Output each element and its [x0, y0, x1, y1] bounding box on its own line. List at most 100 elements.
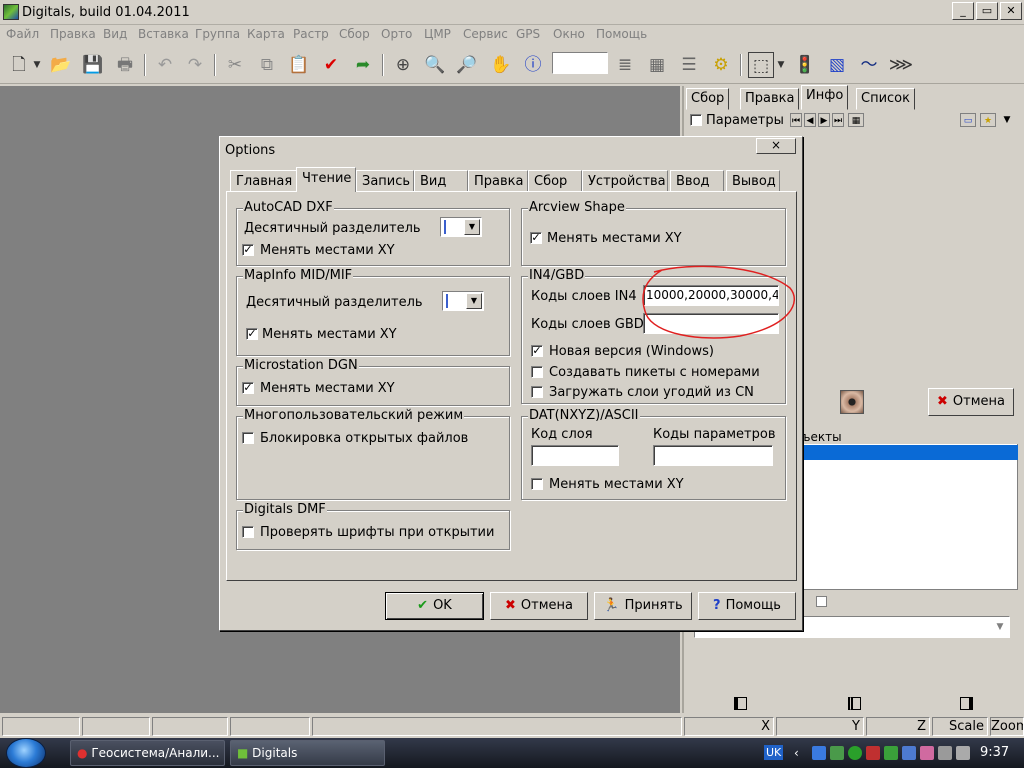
volume-icon[interactable]: [956, 746, 970, 760]
settings-gear-icon[interactable]: ⚙: [708, 52, 734, 78]
minimize-icon[interactable]: _: [952, 2, 974, 20]
menu-raster[interactable]: Растр: [293, 27, 329, 41]
next-record-icon[interactable]: ▶: [818, 113, 830, 127]
network-icon[interactable]: [812, 746, 826, 760]
list-item-selected[interactable]: [800, 445, 1018, 460]
params-checkbox[interactable]: [690, 114, 702, 126]
menu-dem[interactable]: ЦМР: [424, 27, 451, 41]
last-record-icon[interactable]: ⏭: [832, 113, 844, 127]
menu-insert[interactable]: Вставка: [138, 27, 189, 41]
tab-view[interactable]: Вид: [414, 170, 468, 192]
select-tool-icon[interactable]: ⬚: [748, 52, 774, 78]
monitor-icon[interactable]: ▭: [960, 113, 976, 127]
prev-record-icon[interactable]: ◀: [804, 113, 816, 127]
new-version-checkbox[interactable]: ✓: [531, 345, 543, 357]
tray-chat-icon[interactable]: [920, 746, 934, 760]
traffic-light-icon[interactable]: 🚦: [792, 52, 818, 78]
curve-tool-icon[interactable]: 〜: [856, 52, 882, 78]
help-button[interactable]: ? Помощь: [698, 592, 796, 620]
layout-left-icon[interactable]: [734, 697, 747, 710]
save-icon[interactable]: 💾: [80, 52, 106, 78]
panel-checkbox[interactable]: [816, 596, 827, 607]
layer-code-input[interactable]: [531, 445, 619, 466]
maximize-icon[interactable]: ▭: [976, 2, 998, 20]
tab-info[interactable]: Инфо: [801, 85, 849, 110]
autocad-swap-checkbox[interactable]: ✓: [242, 244, 254, 256]
star-folder-icon[interactable]: ★: [980, 113, 996, 127]
tray-monitor-icon[interactable]: [902, 746, 916, 760]
tab-write[interactable]: Запись: [356, 170, 414, 192]
microstation-swap-checkbox[interactable]: ✓: [242, 382, 254, 394]
paste-icon[interactable]: 📋: [286, 52, 312, 78]
eye-icon[interactable]: [840, 390, 864, 414]
check-icon[interactable]: ✔: [318, 52, 344, 78]
param-codes-input[interactable]: [653, 445, 773, 466]
menu-window[interactable]: Окно: [553, 27, 585, 41]
hatch-tool-icon[interactable]: ⋙: [888, 52, 914, 78]
check-fonts-checkbox[interactable]: [242, 526, 254, 538]
language-indicator[interactable]: UK: [764, 745, 784, 760]
power-icon[interactable]: [938, 746, 952, 760]
undo-icon[interactable]: ↶: [152, 52, 178, 78]
ok-button[interactable]: ✔ OK: [385, 592, 484, 620]
menu-service[interactable]: Сервис: [463, 27, 508, 41]
utorrent-icon[interactable]: [848, 746, 862, 760]
tab-collect[interactable]: Сбор: [686, 88, 730, 110]
menu-edit[interactable]: Правка: [50, 27, 96, 41]
pickets-checkbox[interactable]: [531, 366, 543, 378]
chevron-down-icon[interactable]: ▼: [466, 293, 482, 309]
zoom-out-icon[interactable]: 🔎: [454, 52, 480, 78]
redo-icon[interactable]: ↷: [182, 52, 208, 78]
dialog-close-button[interactable]: ×: [756, 138, 796, 154]
menu-gps[interactable]: GPS: [516, 27, 540, 41]
dat-swap-checkbox[interactable]: [531, 478, 543, 490]
tab-collect[interactable]: Сбор: [528, 170, 582, 192]
layout-right-icon[interactable]: [960, 697, 973, 710]
load-cn-checkbox[interactable]: [531, 386, 543, 398]
redo-arrow-icon[interactable]: ➦: [350, 52, 376, 78]
antivirus-icon[interactable]: [866, 746, 880, 760]
menu-ortho[interactable]: Орто: [381, 27, 412, 41]
menu-group[interactable]: Группа: [195, 27, 240, 41]
select-dropdown-icon[interactable]: ▼: [774, 52, 788, 78]
raster-edit-icon[interactable]: ▧: [824, 52, 850, 78]
tab-read[interactable]: Чтение: [296, 167, 356, 192]
task-digitals[interactable]: ■ Digitals: [230, 740, 385, 766]
menu-file[interactable]: Файл: [6, 27, 39, 41]
shield-icon[interactable]: [884, 746, 898, 760]
menu-view[interactable]: Вид: [103, 27, 127, 41]
menu-collect[interactable]: Сбор: [339, 27, 370, 41]
app-icon[interactable]: [3, 4, 19, 20]
tab-devices[interactable]: Устройства: [582, 170, 668, 192]
new-dropdown-icon[interactable]: ▼: [30, 52, 44, 78]
tab-input[interactable]: Ввод: [670, 170, 724, 192]
copy-icon[interactable]: ⧉: [254, 52, 280, 78]
tab-edit[interactable]: Правка: [740, 88, 800, 110]
first-record-icon[interactable]: ⏮: [790, 113, 802, 127]
print-icon[interactable]: 🖶: [112, 52, 138, 78]
arcview-swap-checkbox[interactable]: ✓: [530, 232, 542, 244]
cut-icon[interactable]: ✂: [222, 52, 248, 78]
grid-icon[interactable]: ▦: [848, 113, 864, 127]
zoom-add-icon[interactable]: ⊕: [390, 52, 416, 78]
lock-files-checkbox[interactable]: [242, 432, 254, 444]
properties-icon[interactable]: ☰: [676, 52, 702, 78]
pan-hand-icon[interactable]: ✋: [488, 52, 514, 78]
zoom-input[interactable]: [552, 52, 608, 74]
task-geosystem[interactable]: ● Геосистема/Анали...: [70, 740, 225, 766]
tray-expand-icon[interactable]: ‹: [794, 746, 808, 760]
menu-map[interactable]: Карта: [247, 27, 285, 41]
new-file-icon[interactable]: 🗋: [6, 52, 32, 78]
menu-help[interactable]: Помощь: [596, 27, 647, 41]
tab-output[interactable]: Вывод: [726, 170, 780, 192]
close-icon[interactable]: ✕: [1000, 2, 1022, 20]
info-icon[interactable]: ⓘ: [520, 52, 546, 78]
cancel-button[interactable]: ✖ Отмена: [490, 592, 588, 620]
tray-app-icon[interactable]: [830, 746, 844, 760]
mapinfo-swap-checkbox[interactable]: ✓: [246, 328, 258, 340]
tab-list[interactable]: Список: [856, 88, 915, 110]
autocad-decimal-select[interactable]: ▼: [440, 217, 482, 237]
clock[interactable]: 9:37: [980, 745, 1009, 760]
layers-icon[interactable]: ≣: [612, 52, 638, 78]
chevron-down-icon[interactable]: ▼: [991, 617, 1009, 637]
